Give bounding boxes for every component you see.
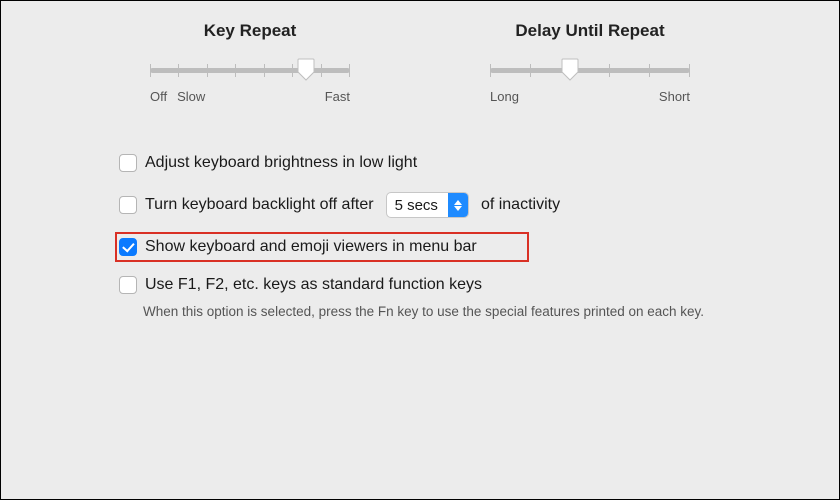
option-show-viewers: Show keyboard and emoji viewers in menu … [117, 234, 527, 260]
delay-thumb[interactable] [561, 57, 579, 81]
label-fn-keys: Use F1, F2, etc. keys as standard functi… [145, 276, 482, 294]
backlight-timeout-select[interactable]: 5 secs [386, 192, 469, 218]
delay-slider-group: Delay Until Repeat Long Short [480, 21, 700, 104]
delay-slider[interactable] [490, 59, 690, 83]
key-repeat-label-slow: Slow [177, 89, 205, 104]
key-repeat-label-fast: Fast [325, 89, 350, 104]
checkbox-backlight-off[interactable] [119, 196, 137, 214]
option-adjust-brightness: Adjust keyboard brightness in low light [117, 150, 815, 176]
delay-labels: Long Short [490, 89, 690, 104]
slider-ticks [490, 64, 690, 77]
key-repeat-labels: Off Slow Fast [150, 89, 350, 104]
option-backlight-off: Turn keyboard backlight off after 5 secs… [117, 188, 815, 222]
delay-label-short: Short [659, 89, 690, 104]
key-repeat-slider[interactable] [150, 59, 350, 83]
delay-label-long: Long [490, 89, 519, 104]
delay-title: Delay Until Repeat [515, 21, 664, 41]
key-repeat-title: Key Repeat [204, 21, 297, 41]
checkbox-adjust-brightness[interactable] [119, 154, 137, 172]
sliders-row: Key Repeat Off Slow Fast Delay Until Rep… [1, 1, 839, 104]
key-repeat-label-off: Off [150, 89, 167, 104]
checkbox-show-viewers[interactable] [119, 238, 137, 256]
backlight-timeout-value: 5 secs [387, 193, 448, 217]
key-repeat-slider-group: Key Repeat Off Slow Fast [140, 21, 360, 104]
keyboard-options: Adjust keyboard brightness in low light … [1, 150, 839, 319]
stepper-arrows-icon [448, 193, 468, 217]
fn-keys-helper: When this option is selected, press the … [143, 304, 815, 319]
label-backlight-pre: Turn keyboard backlight off after [145, 196, 374, 214]
label-backlight-post: of inactivity [481, 196, 560, 214]
slider-ticks [150, 64, 350, 77]
option-fn-keys: Use F1, F2, etc. keys as standard functi… [117, 272, 815, 298]
label-show-viewers: Show keyboard and emoji viewers in menu … [145, 238, 477, 256]
label-adjust-brightness: Adjust keyboard brightness in low light [145, 154, 417, 172]
key-repeat-thumb[interactable] [297, 57, 315, 81]
checkbox-fn-keys[interactable] [119, 276, 137, 294]
